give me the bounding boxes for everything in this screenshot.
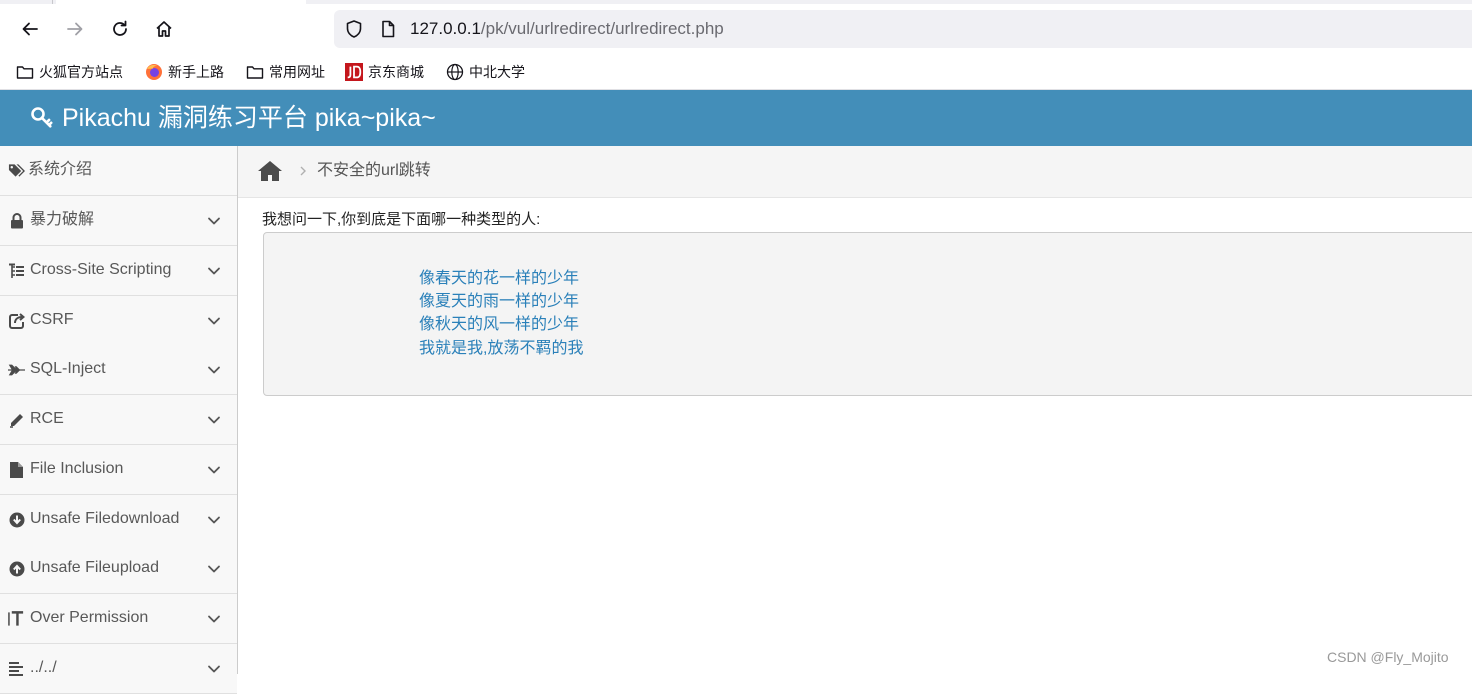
sidebar-item-label: 系统介绍 [28,161,93,178]
breadcrumb: 不安全的url跳转 [238,146,1472,198]
sidebar-item-label: CSRF [30,311,74,328]
sidebar-item-csrf[interactable]: CSRF [0,296,237,346]
sidebar-item-intro[interactable]: 系统介绍 [0,146,237,196]
bookmark-label: 常用网址 [269,65,325,81]
breadcrumb-current: 不安全的url跳转 [317,162,431,179]
chevron-down-icon [208,466,220,474]
list-tree-icon [8,262,25,279]
sidebar-item-dir-traversal[interactable]: ../../ [0,644,237,694]
jd-icon [345,63,363,81]
sidebar-item-label: 暴力破解 [30,211,95,228]
tags-icon [8,162,25,179]
sidebar-item-label: Unsafe Fileupload [30,559,159,576]
text-height-icon [8,610,25,627]
key-icon [31,107,53,128]
chevron-down-icon [208,267,220,275]
download-circle-icon [8,511,25,528]
question-text: 我想问一下,你到底是下面哪一种类型的人: [262,211,541,228]
pencil-icon [8,411,25,428]
sidebar-item-unsafe-filedownload[interactable]: Unsafe Filedownload [0,495,237,545]
home-outline-icon [156,21,172,37]
bookmark-item[interactable]: 新手上路 [145,61,224,83]
bookmark-item[interactable]: 京东商城 [345,61,424,83]
sidebar-item-rce[interactable]: RCE [0,395,237,445]
url-text[interactable]: 127.0.0.1/pk/vul/urlredirect/urlredirect… [410,19,724,39]
chevron-down-icon [208,516,220,524]
sidebar-item-unsafe-fileupload[interactable]: Unsafe Fileupload [0,544,237,594]
chevron-down-icon [208,366,220,374]
page-icon[interactable] [378,19,398,39]
folder-icon [246,63,264,81]
address-bar[interactable]: 127.0.0.1/pk/vul/urlredirect/urlredirect… [334,10,1472,48]
plane-icon [8,361,25,378]
home-icon[interactable] [258,160,282,182]
chevron-down-icon [208,665,220,673]
sidebar-item-label: RCE [30,410,64,427]
sidebar-item-label: Over Permission [30,609,149,626]
sidebar-item-xss[interactable]: Cross-Site Scripting [0,246,237,296]
sidebar: 系统介绍 暴力破解 Cross-Site Scripting CSRF SQL-… [0,146,238,694]
chevron-down-icon [208,217,220,225]
sidebar-item-label: SQL-Inject [30,360,106,377]
url-path: /pk/vul/urlredirect/urlredirect.php [480,19,724,38]
sidebar-item-file-inclusion[interactable]: File Inclusion [0,445,237,495]
watermark: CSDN @Fly_Mojito [1327,649,1449,665]
back-button[interactable] [14,13,46,45]
shield-icon[interactable] [344,19,364,39]
browser-toolbar: 127.0.0.1/pk/vul/urlredirect/urlredirect… [0,4,1472,54]
options-panel: 像春天的花一样的少年 像夏天的雨一样的少年 像秋天的风一样的少年 我就是我,放荡… [263,232,1472,396]
chevron-right-icon [300,166,306,176]
arrow-right-icon [67,22,83,36]
forward-button[interactable] [59,13,91,45]
option-link-spring[interactable]: 像春天的花一样的少年 [419,268,579,290]
url-host: 127.0.0.1 [410,19,481,38]
globe-icon [446,63,464,81]
sidebar-item-label: Cross-Site Scripting [30,261,172,278]
firefox-icon [145,63,163,81]
upload-circle-icon [8,560,25,577]
sidebar-item-label: ../../ [30,659,57,676]
bookmark-label: 火狐官方站点 [39,65,123,81]
app-header: Pikachu 漏洞练习平台 pika~pika~ [0,90,1472,146]
reload-icon [113,20,127,36]
align-left-icon [8,660,25,677]
bookmark-item[interactable]: 中北大学 [446,61,525,83]
bookmark-label: 京东商城 [368,65,424,81]
reload-button[interactable] [104,13,136,45]
arrow-left-icon [22,22,38,36]
lock-icon [8,212,25,229]
option-link-autumn[interactable]: 像秋天的风一样的少年 [419,314,579,336]
sidebar-item-over-permission[interactable]: Over Permission [0,594,237,644]
brand[interactable]: Pikachu 漏洞练习平台 pika~pika~ [30,102,436,134]
share-icon [8,312,25,329]
bookmarks-toolbar: 火狐官方站点 新手上路 常用网址 京东商城 中北大学 [0,54,1472,90]
sidebar-item-sql-inject[interactable]: SQL-Inject [0,345,237,395]
file-icon [8,461,25,478]
home-button[interactable] [148,13,180,45]
sidebar-item-label: Unsafe Filedownload [30,510,180,527]
option-link-redirect[interactable]: 我就是我,放荡不羁的我 [419,338,583,360]
sidebar-item-label: File Inclusion [30,460,124,477]
chevron-down-icon [208,317,220,325]
bookmark-label: 新手上路 [168,65,224,81]
chevron-down-icon [208,565,220,573]
bookmark-label: 中北大学 [469,65,525,81]
option-link-summer[interactable]: 像夏天的雨一样的少年 [419,291,579,313]
chevron-down-icon [208,416,220,424]
bookmark-item[interactable]: 火狐官方站点 [16,61,123,83]
bookmark-item[interactable]: 常用网址 [246,61,325,83]
app-title: Pikachu 漏洞练习平台 pika~pika~ [62,104,436,132]
chevron-down-icon [208,615,220,623]
folder-icon [16,63,34,81]
sidebar-item-brute-force[interactable]: 暴力破解 [0,196,237,246]
